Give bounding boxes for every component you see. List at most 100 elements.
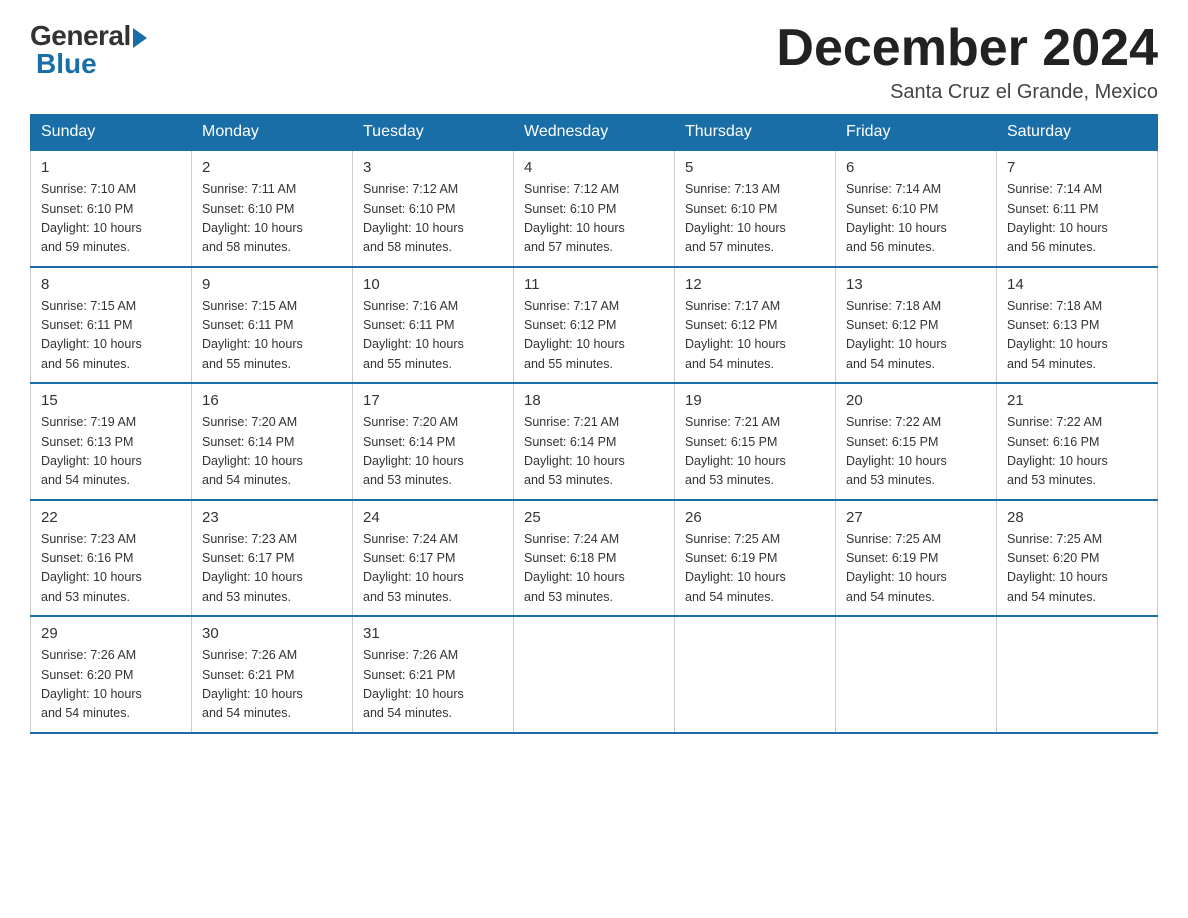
calendar-cell: 1 Sunrise: 7:10 AMSunset: 6:10 PMDayligh… (31, 150, 192, 267)
day-number: 1 (41, 159, 181, 176)
calendar-cell: 16 Sunrise: 7:20 AMSunset: 6:14 PMDaylig… (192, 383, 353, 500)
day-number: 12 (685, 276, 825, 293)
calendar-cell: 6 Sunrise: 7:14 AMSunset: 6:10 PMDayligh… (836, 150, 997, 267)
day-info: Sunrise: 7:24 AMSunset: 6:17 PMDaylight:… (363, 530, 503, 608)
day-info: Sunrise: 7:25 AMSunset: 6:19 PMDaylight:… (846, 530, 986, 608)
calendar-cell: 17 Sunrise: 7:20 AMSunset: 6:14 PMDaylig… (353, 383, 514, 500)
day-info: Sunrise: 7:15 AMSunset: 6:11 PMDaylight:… (202, 297, 342, 375)
header-thursday: Thursday (675, 115, 836, 151)
day-info: Sunrise: 7:10 AMSunset: 6:10 PMDaylight:… (41, 180, 181, 258)
day-number: 29 (41, 625, 181, 642)
calendar-cell: 8 Sunrise: 7:15 AMSunset: 6:11 PMDayligh… (31, 267, 192, 384)
calendar-cell (836, 616, 997, 733)
day-info: Sunrise: 7:14 AMSunset: 6:11 PMDaylight:… (1007, 180, 1147, 258)
day-number: 9 (202, 276, 342, 293)
day-number: 30 (202, 625, 342, 642)
day-number: 2 (202, 159, 342, 176)
logo-blue-text: Blue (36, 48, 97, 80)
day-info: Sunrise: 7:14 AMSunset: 6:10 PMDaylight:… (846, 180, 986, 258)
day-info: Sunrise: 7:17 AMSunset: 6:12 PMDaylight:… (685, 297, 825, 375)
title-section: December 2024 Santa Cruz el Grande, Mexi… (776, 20, 1158, 104)
calendar-cell (514, 616, 675, 733)
calendar-cell: 11 Sunrise: 7:17 AMSunset: 6:12 PMDaylig… (514, 267, 675, 384)
calendar-table: Sunday Monday Tuesday Wednesday Thursday… (30, 114, 1158, 734)
day-number: 20 (846, 392, 986, 409)
day-number: 23 (202, 509, 342, 526)
day-info: Sunrise: 7:13 AMSunset: 6:10 PMDaylight:… (685, 180, 825, 258)
header-wednesday: Wednesday (514, 115, 675, 151)
calendar-cell: 30 Sunrise: 7:26 AMSunset: 6:21 PMDaylig… (192, 616, 353, 733)
calendar-cell: 31 Sunrise: 7:26 AMSunset: 6:21 PMDaylig… (353, 616, 514, 733)
day-info: Sunrise: 7:25 AMSunset: 6:19 PMDaylight:… (685, 530, 825, 608)
logo-arrow-icon (133, 28, 147, 48)
calendar-cell: 20 Sunrise: 7:22 AMSunset: 6:15 PMDaylig… (836, 383, 997, 500)
header-friday: Friday (836, 115, 997, 151)
calendar-cell: 5 Sunrise: 7:13 AMSunset: 6:10 PMDayligh… (675, 150, 836, 267)
day-info: Sunrise: 7:11 AMSunset: 6:10 PMDaylight:… (202, 180, 342, 258)
day-info: Sunrise: 7:22 AMSunset: 6:16 PMDaylight:… (1007, 413, 1147, 491)
day-info: Sunrise: 7:25 AMSunset: 6:20 PMDaylight:… (1007, 530, 1147, 608)
day-info: Sunrise: 7:26 AMSunset: 6:21 PMDaylight:… (202, 646, 342, 724)
calendar-week-row-3: 15 Sunrise: 7:19 AMSunset: 6:13 PMDaylig… (31, 383, 1158, 500)
calendar-cell (675, 616, 836, 733)
day-number: 19 (685, 392, 825, 409)
calendar-cell: 25 Sunrise: 7:24 AMSunset: 6:18 PMDaylig… (514, 500, 675, 617)
month-title: December 2024 (776, 20, 1158, 77)
day-info: Sunrise: 7:24 AMSunset: 6:18 PMDaylight:… (524, 530, 664, 608)
day-info: Sunrise: 7:23 AMSunset: 6:16 PMDaylight:… (41, 530, 181, 608)
calendar-cell: 3 Sunrise: 7:12 AMSunset: 6:10 PMDayligh… (353, 150, 514, 267)
day-number: 5 (685, 159, 825, 176)
calendar-cell: 19 Sunrise: 7:21 AMSunset: 6:15 PMDaylig… (675, 383, 836, 500)
day-number: 26 (685, 509, 825, 526)
header-tuesday: Tuesday (353, 115, 514, 151)
day-number: 24 (363, 509, 503, 526)
calendar-cell: 2 Sunrise: 7:11 AMSunset: 6:10 PMDayligh… (192, 150, 353, 267)
calendar-cell: 21 Sunrise: 7:22 AMSunset: 6:16 PMDaylig… (997, 383, 1158, 500)
day-info: Sunrise: 7:21 AMSunset: 6:15 PMDaylight:… (685, 413, 825, 491)
calendar-week-row-5: 29 Sunrise: 7:26 AMSunset: 6:20 PMDaylig… (31, 616, 1158, 733)
day-number: 28 (1007, 509, 1147, 526)
day-number: 17 (363, 392, 503, 409)
header-saturday: Saturday (997, 115, 1158, 151)
location-subtitle: Santa Cruz el Grande, Mexico (776, 81, 1158, 104)
day-number: 22 (41, 509, 181, 526)
header-monday: Monday (192, 115, 353, 151)
day-info: Sunrise: 7:18 AMSunset: 6:13 PMDaylight:… (1007, 297, 1147, 375)
day-number: 8 (41, 276, 181, 293)
day-number: 21 (1007, 392, 1147, 409)
calendar-cell: 14 Sunrise: 7:18 AMSunset: 6:13 PMDaylig… (997, 267, 1158, 384)
day-info: Sunrise: 7:12 AMSunset: 6:10 PMDaylight:… (363, 180, 503, 258)
day-info: Sunrise: 7:26 AMSunset: 6:20 PMDaylight:… (41, 646, 181, 724)
calendar-cell: 4 Sunrise: 7:12 AMSunset: 6:10 PMDayligh… (514, 150, 675, 267)
day-info: Sunrise: 7:20 AMSunset: 6:14 PMDaylight:… (202, 413, 342, 491)
day-number: 4 (524, 159, 664, 176)
day-number: 16 (202, 392, 342, 409)
day-number: 13 (846, 276, 986, 293)
day-info: Sunrise: 7:20 AMSunset: 6:14 PMDaylight:… (363, 413, 503, 491)
day-number: 18 (524, 392, 664, 409)
calendar-cell: 26 Sunrise: 7:25 AMSunset: 6:19 PMDaylig… (675, 500, 836, 617)
calendar-cell: 15 Sunrise: 7:19 AMSunset: 6:13 PMDaylig… (31, 383, 192, 500)
calendar-cell: 28 Sunrise: 7:25 AMSunset: 6:20 PMDaylig… (997, 500, 1158, 617)
calendar-week-row-1: 1 Sunrise: 7:10 AMSunset: 6:10 PMDayligh… (31, 150, 1158, 267)
day-number: 27 (846, 509, 986, 526)
page-header: General Blue December 2024 Santa Cruz el… (30, 20, 1158, 104)
day-number: 31 (363, 625, 503, 642)
day-number: 10 (363, 276, 503, 293)
day-number: 3 (363, 159, 503, 176)
calendar-cell (997, 616, 1158, 733)
day-number: 6 (846, 159, 986, 176)
day-info: Sunrise: 7:26 AMSunset: 6:21 PMDaylight:… (363, 646, 503, 724)
calendar-cell: 29 Sunrise: 7:26 AMSunset: 6:20 PMDaylig… (31, 616, 192, 733)
calendar-cell: 7 Sunrise: 7:14 AMSunset: 6:11 PMDayligh… (997, 150, 1158, 267)
calendar-cell: 23 Sunrise: 7:23 AMSunset: 6:17 PMDaylig… (192, 500, 353, 617)
calendar-week-row-4: 22 Sunrise: 7:23 AMSunset: 6:16 PMDaylig… (31, 500, 1158, 617)
day-info: Sunrise: 7:23 AMSunset: 6:17 PMDaylight:… (202, 530, 342, 608)
day-number: 15 (41, 392, 181, 409)
day-info: Sunrise: 7:18 AMSunset: 6:12 PMDaylight:… (846, 297, 986, 375)
day-info: Sunrise: 7:16 AMSunset: 6:11 PMDaylight:… (363, 297, 503, 375)
calendar-cell: 18 Sunrise: 7:21 AMSunset: 6:14 PMDaylig… (514, 383, 675, 500)
day-number: 11 (524, 276, 664, 293)
calendar-cell: 13 Sunrise: 7:18 AMSunset: 6:12 PMDaylig… (836, 267, 997, 384)
calendar-header-row: Sunday Monday Tuesday Wednesday Thursday… (31, 115, 1158, 151)
